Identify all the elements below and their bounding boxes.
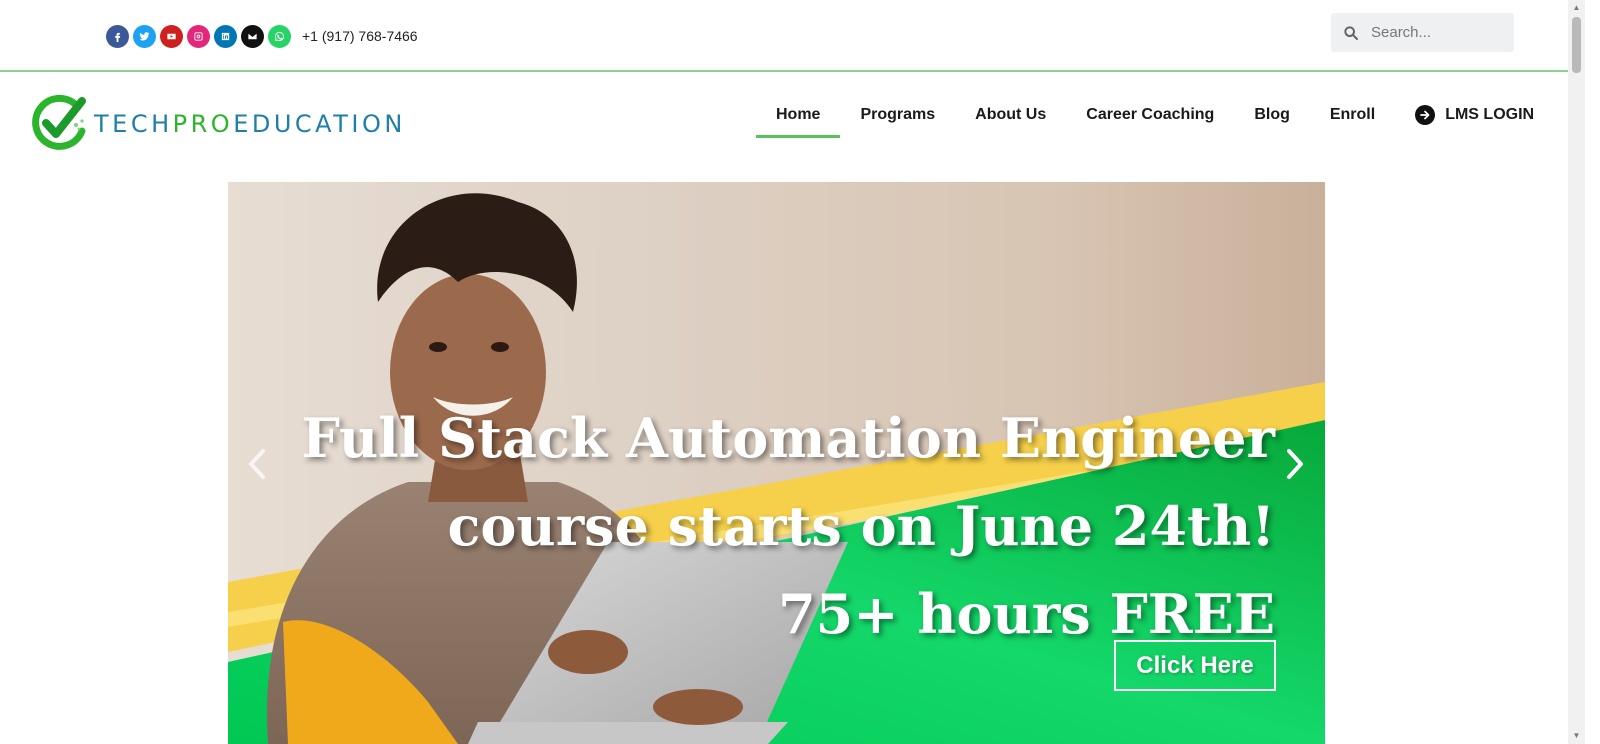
phone-number[interactable]: +1 (917) 768-7466: [302, 28, 418, 44]
slider-prev-arrow-icon[interactable]: [242, 444, 272, 484]
linkedin-icon[interactable]: [214, 25, 237, 48]
page-scrollbar[interactable]: ▲ ▼: [1568, 0, 1585, 744]
logo-wordmark: TECHPROEDUCATION: [94, 110, 406, 138]
nav-about-us[interactable]: About Us: [955, 92, 1066, 138]
twitter-icon[interactable]: [133, 25, 156, 48]
nav-career-coaching[interactable]: Career Coaching: [1066, 92, 1234, 138]
lms-login-button[interactable]: LMS LOGIN: [1395, 92, 1554, 138]
slider-next-arrow-icon[interactable]: [1280, 444, 1310, 484]
scroll-up-arrow-icon[interactable]: ▲: [1572, 3, 1581, 13]
hero-slider: Full Stack Automation Engineer course st…: [228, 182, 1325, 744]
main-nav: Home Programs About Us Career Coaching B…: [756, 92, 1554, 138]
nav-enroll[interactable]: Enroll: [1310, 92, 1395, 138]
envelope-icon[interactable]: [241, 25, 264, 48]
scrollbar-thumb[interactable]: [1572, 17, 1581, 73]
site-logo[interactable]: TECHPROEDUCATION: [32, 93, 406, 151]
lms-login-label: LMS LOGIN: [1445, 106, 1535, 123]
facebook-icon[interactable]: [106, 25, 129, 48]
hero-line-2: course starts on June 24th!: [447, 494, 1275, 558]
nav-blog[interactable]: Blog: [1234, 92, 1310, 138]
nav-programs[interactable]: Programs: [840, 92, 955, 138]
arrow-right-circle-icon: [1415, 105, 1436, 125]
search-icon[interactable]: [1331, 13, 1371, 52]
logo-text-tech: TECH: [94, 110, 173, 138]
logo-checkmark-icon: [32, 94, 86, 150]
logo-text-education: EDUCATION: [233, 110, 406, 138]
hero-line-1: Full Stack Automation Engineer: [301, 406, 1275, 470]
hero-headline: Full Stack Automation Engineer course st…: [302, 394, 1275, 658]
whatsapp-icon[interactable]: [268, 25, 291, 48]
search-box: [1331, 13, 1514, 52]
top-bar: +1 (917) 768-7466: [0, 0, 1568, 72]
scroll-down-arrow-icon[interactable]: ▼: [1572, 731, 1581, 741]
search-input[interactable]: [1371, 24, 1501, 41]
youtube-icon[interactable]: [160, 25, 183, 48]
click-here-button[interactable]: Click Here: [1114, 640, 1276, 691]
nav-home[interactable]: Home: [756, 92, 841, 138]
social-icons: [106, 25, 291, 48]
logo-text-pro: PRO: [172, 110, 234, 138]
instagram-icon[interactable]: [187, 25, 210, 48]
